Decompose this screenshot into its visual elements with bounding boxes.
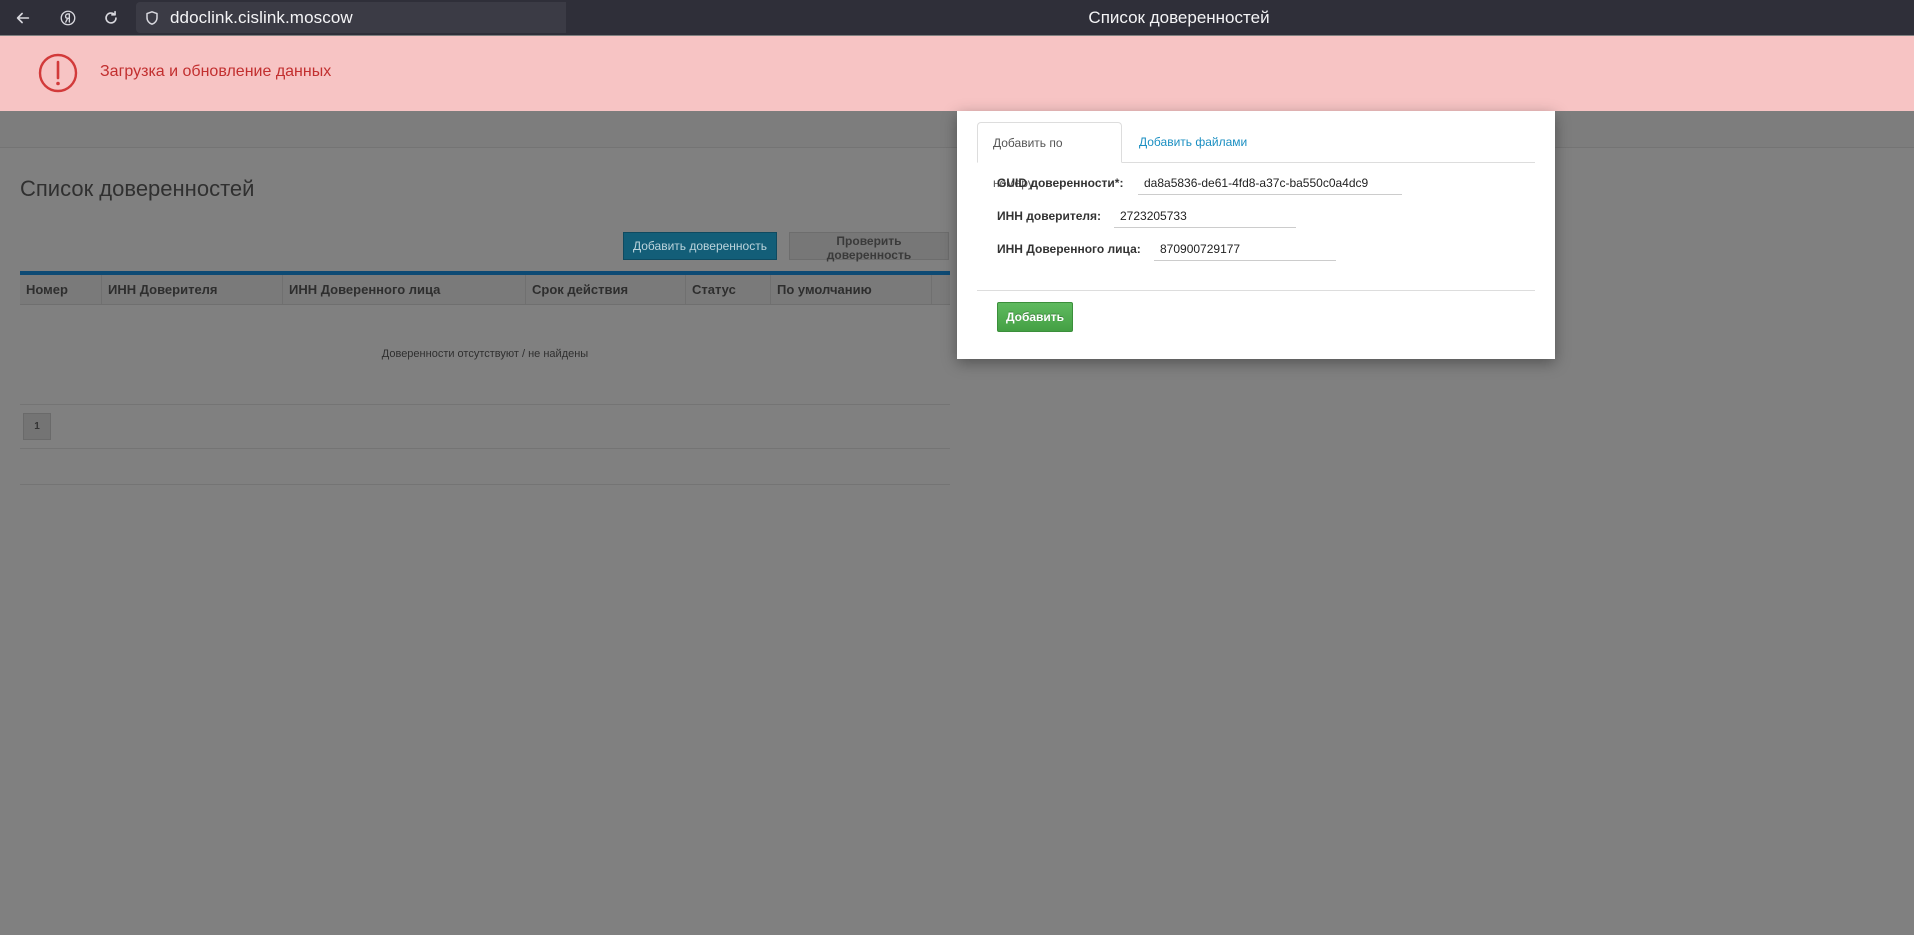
yandex-logo-icon[interactable]: [54, 4, 82, 32]
address-bar[interactable]: ddoclink.cislink.moscow: [136, 2, 566, 33]
guid-label: GUID доверенности*:: [997, 176, 1124, 190]
tab-add-by-number[interactable]: Добавить по номеру: [977, 122, 1122, 190]
table-header: Номер ИНН Доверителя ИНН Доверенного лиц…: [20, 275, 950, 305]
column-header-status[interactable]: Статус: [686, 275, 771, 304]
shield-icon: [146, 10, 158, 25]
column-header-inn-agent[interactable]: ИНН Доверенного лица: [283, 275, 526, 304]
alert-circle-icon: [38, 53, 78, 93]
empty-table-message: Доверенности отсутствуют / не найдены: [381, 348, 589, 360]
tab-add-by-files[interactable]: Добавить файлами: [1124, 122, 1262, 162]
add-proxy-modal: Добавить по номеру Добавить файлами GUID…: [957, 111, 1555, 359]
modal-separator: [977, 290, 1535, 291]
browser-toolbar: ddoclink.cislink.moscow Список доверенно…: [0, 0, 1914, 35]
back-arrow-icon[interactable]: [9, 4, 37, 32]
inn-agent-input[interactable]: [1154, 237, 1336, 261]
add-submit-button[interactable]: Добавить: [997, 302, 1073, 332]
pagination-page-button[interactable]: 1: [23, 413, 51, 440]
guid-input[interactable]: [1138, 171, 1402, 195]
add-proxy-button[interactable]: Добавить доверенность: [623, 232, 777, 260]
inn-agent-label: ИНН Доверенного лица:: [997, 242, 1141, 256]
url-text: ddoclink.cislink.moscow: [170, 7, 353, 27]
inn-principal-input[interactable]: [1114, 204, 1296, 228]
table-divider: [20, 404, 950, 405]
inn-principal-label: ИНН доверителя:: [997, 209, 1102, 223]
column-header-validity[interactable]: Срок действия: [526, 275, 686, 304]
notification-banner: Загрузка и обновление данных: [0, 36, 1914, 111]
column-header-default[interactable]: По умолчанию: [771, 275, 932, 304]
column-header-number[interactable]: Номер: [20, 275, 102, 304]
pagination-divider: [20, 448, 950, 449]
notification-text: Загрузка и обновление данных: [100, 63, 332, 80]
footer-divider: [20, 484, 950, 485]
column-header-spacer: [932, 275, 950, 304]
page-title: Список доверенностей: [20, 176, 255, 201]
modal-tabs: Добавить по номеру Добавить файлами: [977, 122, 1535, 190]
check-proxy-button[interactable]: Проверить доверенность: [789, 232, 949, 262]
reload-icon[interactable]: [97, 4, 125, 32]
column-header-inn-principal[interactable]: ИНН Доверителя: [102, 275, 283, 304]
